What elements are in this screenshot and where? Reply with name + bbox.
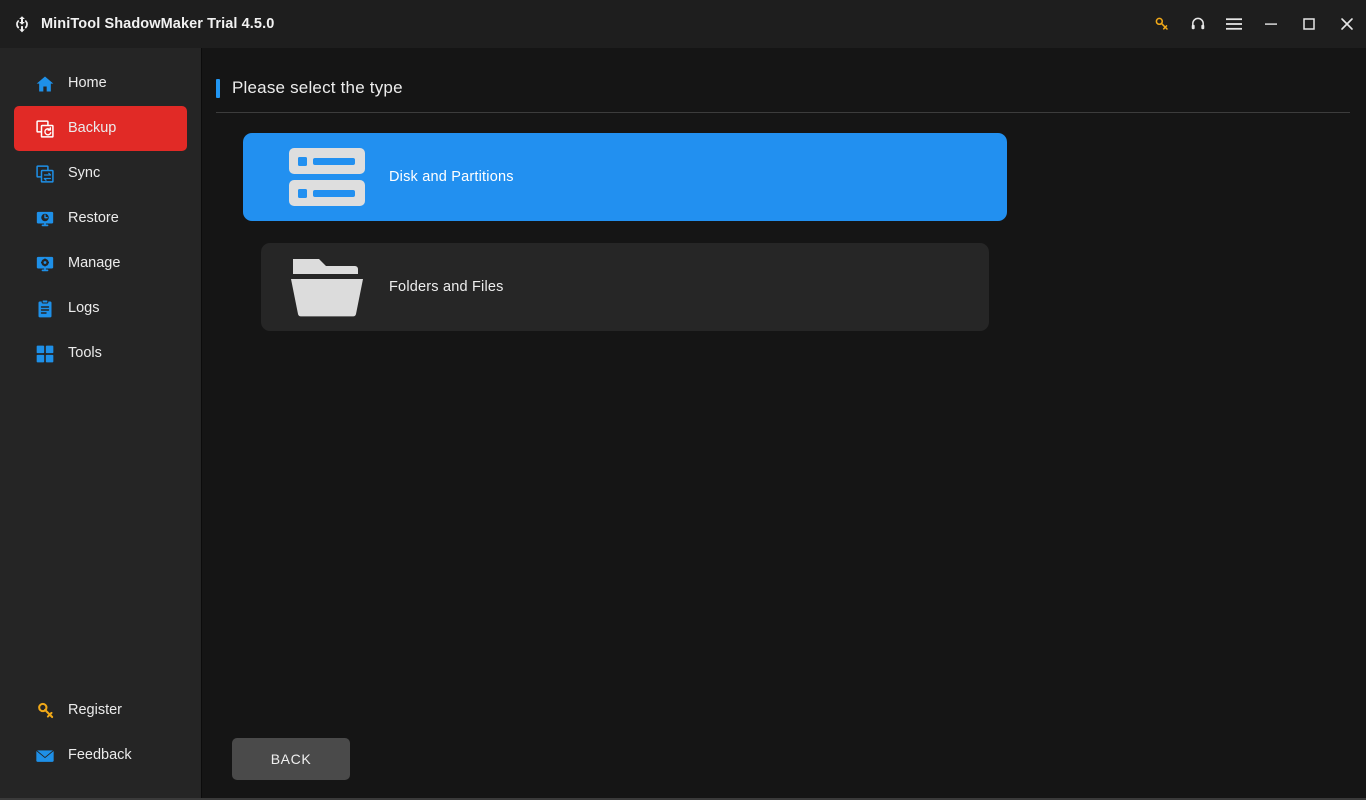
application-window: MiniTool ShadowMaker Trial 4.5.0 <box>0 0 1366 800</box>
sidebar-item-manage[interactable]: Manage <box>14 241 187 286</box>
sidebar: Home Backup <box>0 48 202 798</box>
logs-icon <box>35 299 55 319</box>
sidebar-item-restore[interactable]: Restore <box>14 196 187 241</box>
sidebar-item-label: Sync <box>68 166 100 181</box>
backup-type-options: Disk and Partitions Folders and Files <box>216 133 1350 331</box>
sidebar-secondary-nav: Register Feedback <box>0 688 201 798</box>
folder-icon <box>288 257 366 317</box>
tools-icon <box>35 344 55 364</box>
manage-icon <box>35 254 55 274</box>
back-button[interactable]: BACK <box>232 738 350 780</box>
page-title: Please select the type <box>232 78 403 98</box>
option-folders-and-files[interactable]: Folders and Files <box>261 243 989 331</box>
sidebar-item-tools[interactable]: Tools <box>14 331 187 376</box>
title-bar-left: MiniTool ShadowMaker Trial 4.5.0 <box>12 14 274 34</box>
disk-stack-icon <box>288 147 366 207</box>
hamburger-menu-icon[interactable] <box>1216 0 1252 48</box>
sync-icon <box>35 164 55 184</box>
option-label: Folders and Files <box>389 279 504 295</box>
sidebar-item-register[interactable]: Register <box>14 688 187 733</box>
refresh-circle-logo-icon <box>12 14 32 34</box>
close-icon[interactable] <box>1328 0 1366 48</box>
sidebar-item-label: Backup <box>68 121 116 136</box>
key-icon <box>35 701 55 721</box>
register-key-icon[interactable] <box>1144 0 1180 48</box>
sidebar-item-label: Restore <box>68 211 119 226</box>
main-content: Please select the type Disk <box>202 48 1366 798</box>
header-accent-bar <box>216 79 220 98</box>
sidebar-item-label: Feedback <box>68 748 132 763</box>
restore-icon <box>35 209 55 229</box>
sidebar-item-label: Manage <box>68 256 120 271</box>
option-disk-and-partitions[interactable]: Disk and Partitions <box>243 133 1007 221</box>
sidebar-item-label: Register <box>68 703 122 718</box>
sidebar-primary-nav: Home Backup <box>0 61 201 376</box>
headset-icon[interactable] <box>1180 0 1216 48</box>
sidebar-item-logs[interactable]: Logs <box>14 286 187 331</box>
home-icon <box>35 74 55 94</box>
sidebar-item-feedback[interactable]: Feedback <box>14 733 187 778</box>
envelope-icon <box>35 746 55 766</box>
maximize-icon[interactable] <box>1290 0 1328 48</box>
sidebar-item-home[interactable]: Home <box>14 61 187 106</box>
title-bar: MiniTool ShadowMaker Trial 4.5.0 <box>0 0 1366 48</box>
backup-icon <box>35 119 55 139</box>
page-header: Please select the type <box>216 78 1350 113</box>
minimize-icon[interactable] <box>1252 0 1290 48</box>
window-title: MiniTool ShadowMaker Trial 4.5.0 <box>41 16 274 32</box>
sidebar-item-sync[interactable]: Sync <box>14 151 187 196</box>
sidebar-item-label: Tools <box>68 346 102 361</box>
window-body: Home Backup <box>0 48 1366 798</box>
sidebar-item-backup[interactable]: Backup <box>14 106 187 151</box>
sidebar-item-label: Home <box>68 76 107 91</box>
title-bar-controls <box>1144 0 1366 48</box>
sidebar-item-label: Logs <box>68 301 99 316</box>
option-label: Disk and Partitions <box>389 169 514 185</box>
footer-actions: BACK <box>216 738 1350 798</box>
